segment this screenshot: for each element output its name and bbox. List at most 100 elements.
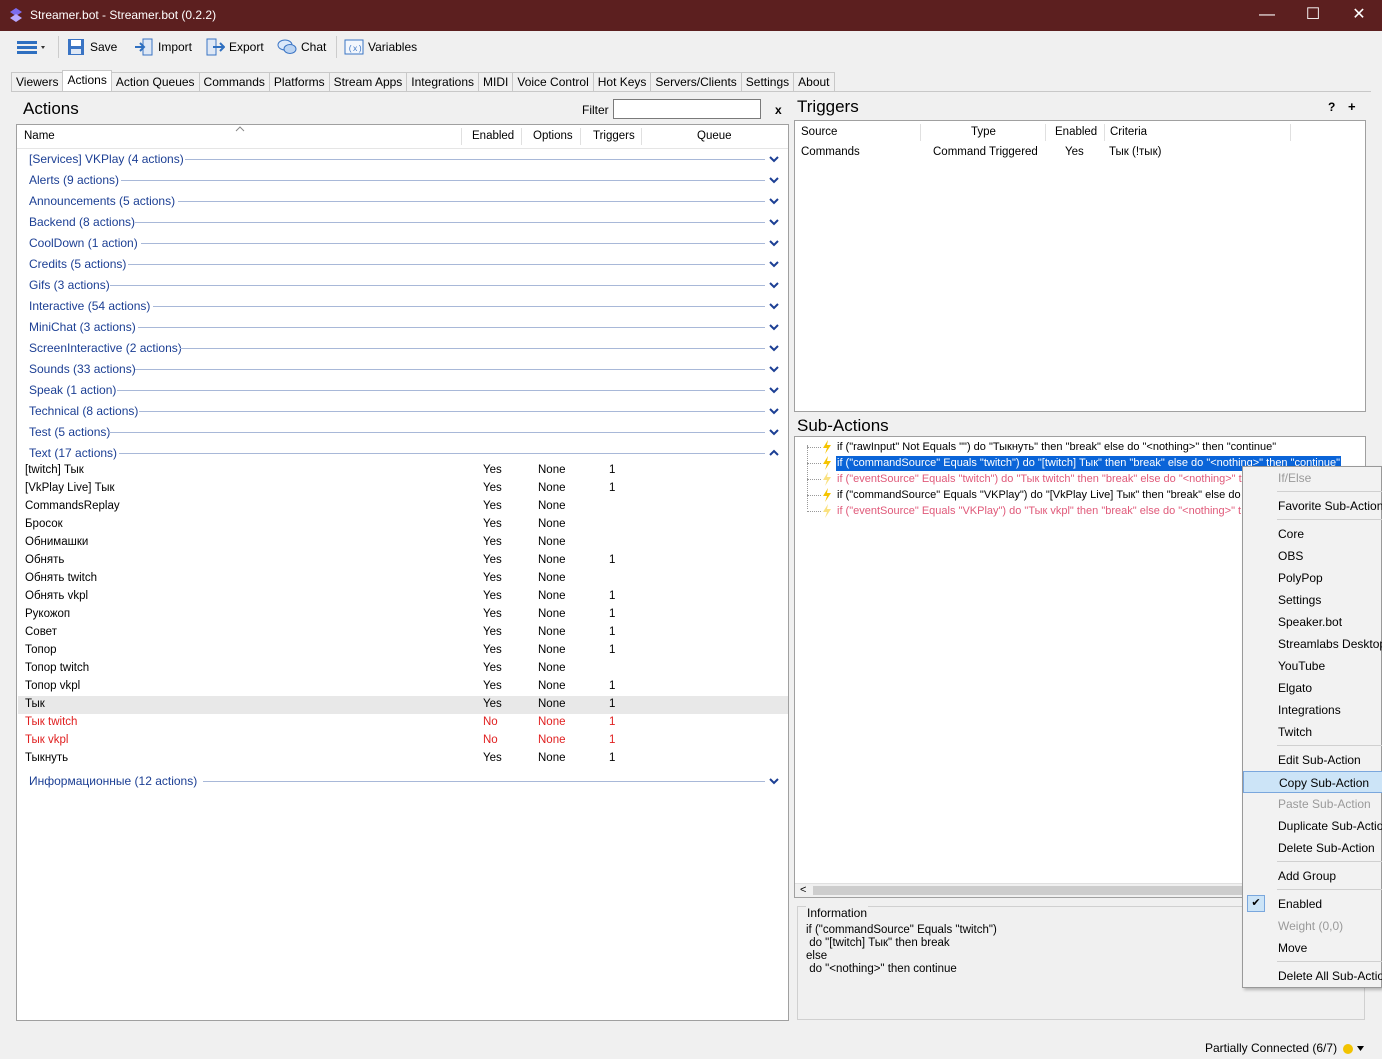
import-button[interactable]: Import xyxy=(134,35,192,59)
action-group-header[interactable]: Interactive (54 actions) xyxy=(29,297,150,315)
tab-viewers[interactable]: Viewers xyxy=(11,72,64,92)
tab-integrations[interactable]: Integrations xyxy=(406,72,480,92)
triggers-list[interactable]: Source Type Enabled Criteria Commands Co… xyxy=(794,120,1366,412)
action-group-header[interactable]: [Services] VKPlay (4 actions) xyxy=(29,150,184,168)
tab-settings[interactable]: Settings xyxy=(740,72,795,92)
action-row[interactable]: [twitch] Тык Yes None 1 xyxy=(18,462,788,480)
menu-item-twitch[interactable]: Twitch xyxy=(1243,721,1382,743)
action-row[interactable]: Обнять twitch Yes None xyxy=(18,570,788,588)
action-row[interactable]: Обнять Yes None 1 xyxy=(18,552,788,570)
menu-item-core[interactable]: Core xyxy=(1243,523,1382,545)
menu-item-add-group[interactable]: Add Group xyxy=(1243,865,1382,887)
subaction-item[interactable]: if ("rawInput" Not Equals "") do "Тыкнут… xyxy=(836,440,1277,455)
tab-stream-apps[interactable]: Stream Apps xyxy=(328,72,408,92)
tab-about[interactable]: About xyxy=(793,72,835,92)
action-row[interactable]: Топор vkpl Yes None 1 xyxy=(18,678,788,696)
tab-hot-keys[interactable]: Hot Keys xyxy=(592,72,652,92)
status-dot-icon[interactable] xyxy=(1343,1044,1353,1054)
action-group-header[interactable]: Gifs (3 actions) xyxy=(29,276,110,294)
menu-item-polypop[interactable]: PolyPop xyxy=(1243,567,1382,589)
column-header-trigger-enabled[interactable]: Enabled xyxy=(1055,121,1097,143)
menu-item-elgato[interactable]: Elgato xyxy=(1243,677,1382,699)
scroll-left-button[interactable]: < xyxy=(800,884,806,896)
menu-item-move[interactable]: Move xyxy=(1243,937,1382,959)
chevron-down-icon[interactable] xyxy=(769,364,779,374)
action-row[interactable]: [VkPlay Live] Тык Yes None 1 xyxy=(18,480,788,498)
action-group-header[interactable]: MiniChat (3 actions) xyxy=(29,318,136,336)
chevron-down-icon[interactable] xyxy=(769,175,779,185)
action-group-header[interactable]: CoolDown (1 action) xyxy=(29,234,138,252)
tab-servers-clients[interactable]: Servers/Clients xyxy=(650,72,742,92)
action-group-header[interactable]: Alerts (9 actions) xyxy=(29,171,119,189)
chevron-down-icon[interactable] xyxy=(769,259,779,269)
close-button[interactable]: ✕ xyxy=(1336,0,1382,31)
actions-list[interactable]: Name Enabled Options Triggers Queue [Ser… xyxy=(16,124,789,1021)
clear-filter-button[interactable]: x xyxy=(775,103,782,117)
action-group-header[interactable]: Announcements (5 actions) xyxy=(29,192,175,210)
action-row[interactable]: CommandsReplay Yes None xyxy=(18,498,788,516)
action-group-header[interactable]: ScreenInteractive (2 actions) xyxy=(29,339,182,357)
menu-item-delete-all-sub-actions[interactable]: Delete All Sub-Actions xyxy=(1243,965,1382,987)
action-row[interactable]: Тык Yes None 1 xyxy=(18,696,788,714)
action-row[interactable]: Обнимашки Yes None xyxy=(18,534,788,552)
action-row[interactable]: Тык vkpl No None 1 xyxy=(18,732,788,750)
menu-item-integrations[interactable]: Integrations xyxy=(1243,699,1382,721)
menu-item-copy-sub-action[interactable]: Copy Sub-Action xyxy=(1243,771,1382,793)
menu-item-settings[interactable]: Settings xyxy=(1243,589,1382,611)
tab-action-queues[interactable]: Action Queues xyxy=(110,72,200,92)
column-header-source[interactable]: Source xyxy=(801,121,837,143)
action-group-header[interactable]: Credits (5 actions) xyxy=(29,255,126,273)
chevron-down-icon[interactable] xyxy=(769,343,779,353)
column-header-criteria[interactable]: Criteria xyxy=(1110,121,1147,143)
column-header-options[interactable]: Options xyxy=(533,125,573,147)
menu-item-obs[interactable]: OBS xyxy=(1243,545,1382,567)
chevron-down-icon[interactable] xyxy=(769,217,779,227)
action-row[interactable]: Топор Yes None 1 xyxy=(18,642,788,660)
menu-item-streamlabs-desktop[interactable]: Streamlabs Desktop xyxy=(1243,633,1382,655)
menu-item-enabled[interactable]: Enabled ✔ xyxy=(1243,893,1382,915)
subaction-item[interactable]: if ("eventSource" Equals "twitch") do "Т… xyxy=(836,472,1243,487)
chevron-down-icon[interactable] xyxy=(769,406,779,416)
minimize-button[interactable]: — xyxy=(1244,0,1290,31)
chevron-down-icon[interactable] xyxy=(769,301,779,311)
chevron-up-icon[interactable] xyxy=(769,448,779,458)
action-row[interactable]: Обнять vkpl Yes None 1 xyxy=(18,588,788,606)
tab-platforms[interactable]: Platforms xyxy=(268,72,330,92)
add-trigger-button[interactable]: + xyxy=(1348,99,1356,114)
column-header-triggers[interactable]: Triggers xyxy=(593,125,635,147)
save-button[interactable]: Save xyxy=(66,35,117,59)
menu-item-youtube[interactable]: YouTube xyxy=(1243,655,1382,677)
action-row[interactable]: Рукожоп Yes None 1 xyxy=(18,606,788,624)
chat-button[interactable]: Chat xyxy=(277,35,326,59)
menu-item-duplicate-sub-action[interactable]: Duplicate Sub-Action xyxy=(1243,815,1382,837)
column-header-name[interactable]: Name xyxy=(24,125,55,147)
tab-voice-control[interactable]: Voice Control xyxy=(512,72,594,92)
variables-button[interactable]: (x) Variables xyxy=(344,35,417,59)
chevron-down-icon[interactable] xyxy=(769,385,779,395)
tab-midi[interactable]: MIDI xyxy=(478,72,514,92)
menu-item-edit-sub-action[interactable]: Edit Sub-Action xyxy=(1243,749,1382,771)
menu-item-favorite-sub-actions[interactable]: Favorite Sub-Actions xyxy=(1243,495,1382,517)
filter-input[interactable] xyxy=(613,99,761,119)
help-button[interactable]: ? xyxy=(1328,100,1335,114)
action-group-header[interactable]: Информационные (12 actions) xyxy=(29,772,197,790)
chevron-down-icon[interactable] xyxy=(769,238,779,248)
action-row[interactable]: Тыкнуть Yes None 1 xyxy=(18,750,788,768)
export-button[interactable]: Export xyxy=(205,35,264,59)
column-header-queue[interactable]: Queue xyxy=(697,125,732,147)
chevron-down-icon[interactable] xyxy=(769,196,779,206)
chevron-down-icon[interactable] xyxy=(769,154,779,164)
trigger-row[interactable]: Commands Command Triggered Yes Тык (!тык… xyxy=(795,143,1365,161)
chevron-down-icon[interactable] xyxy=(769,427,779,437)
tab-commands[interactable]: Commands xyxy=(198,72,270,92)
action-group-header[interactable]: Text (17 actions) xyxy=(29,444,117,462)
action-row[interactable]: Совет Yes None 1 xyxy=(18,624,788,642)
maximize-button[interactable]: ☐ xyxy=(1290,0,1336,31)
column-header-type[interactable]: Type xyxy=(971,121,996,143)
subaction-item[interactable]: if ("commandSource" Equals "VKPlay") do … xyxy=(836,488,1242,503)
action-row[interactable]: Бросок Yes None xyxy=(18,516,788,534)
menu-item-speaker-bot[interactable]: Speaker.bot xyxy=(1243,611,1382,633)
subaction-item[interactable]: if ("eventSource" Equals "VKPlay") do "Т… xyxy=(836,504,1242,519)
action-group-header[interactable]: Technical (8 actions) xyxy=(29,402,138,420)
action-group-header[interactable]: Speak (1 action) xyxy=(29,381,116,399)
